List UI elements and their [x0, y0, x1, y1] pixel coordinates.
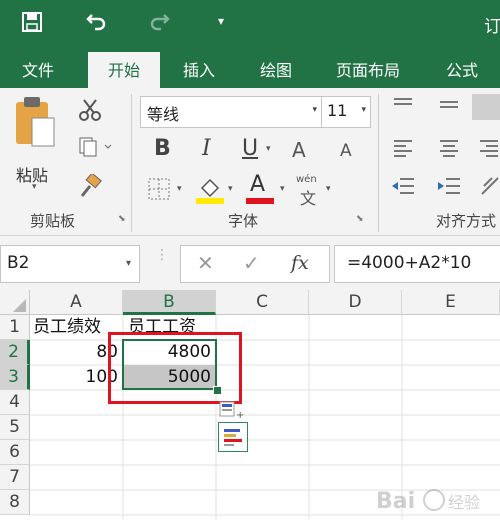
align-center-icon[interactable] — [438, 138, 460, 162]
paste-button[interactable]: 粘贴 ▾ — [12, 94, 64, 192]
underline-button[interactable]: U — [242, 136, 258, 161]
clipboard-group-label: 剪贴板 — [30, 212, 76, 230]
highlight-box — [108, 332, 242, 404]
format-painter-icon[interactable] — [78, 172, 102, 202]
row-header-4[interactable]: 4 — [0, 390, 30, 415]
font-name-select[interactable]: 等线 ▾ — [140, 96, 322, 128]
quick-analysis-icon[interactable] — [218, 422, 248, 452]
svg-text:+: + — [236, 410, 244, 420]
watermark-logo: Bai 经验 — [372, 484, 500, 516]
column-header-b[interactable]: B — [123, 290, 216, 315]
chevron-down-icon: ▾ — [312, 105, 317, 115]
bold-button[interactable]: B — [154, 136, 171, 161]
svg-text:Bai: Bai — [376, 489, 415, 514]
border-icon[interactable] — [148, 178, 170, 204]
chevron-down-icon: ▾ — [125, 258, 131, 269]
formula-bar-grip-icon: ⋮ — [155, 247, 169, 263]
title-bar: ▾ 订 — [0, 0, 500, 46]
formula-buttons: ✕ ✓ fx — [180, 245, 330, 283]
font-name-value: 等线 — [147, 105, 180, 124]
group-separator — [131, 94, 132, 232]
align-top-icon[interactable] — [392, 96, 414, 118]
row-header-6[interactable]: 6 — [0, 440, 30, 465]
window-title: 订 — [484, 17, 500, 37]
chevron-down-icon[interactable]: ▾ — [326, 184, 331, 194]
alignment-group-label: 对齐方式 — [436, 212, 497, 230]
dialog-launcher-icon[interactable]: ⬊ — [356, 214, 364, 224]
phonetic-bottom-label: 文 — [300, 189, 317, 208]
name-box-value: B2 — [7, 253, 30, 273]
row-header-1[interactable]: 1 — [0, 315, 30, 340]
group-separator — [378, 94, 379, 232]
save-icon[interactable] — [22, 12, 44, 34]
insert-function-icon[interactable]: fx — [291, 252, 309, 274]
row-header-7[interactable]: 7 — [0, 465, 30, 490]
font-color-glyph: A — [250, 172, 266, 197]
ribbon-home: 粘贴 ▾ 剪贴板 ⬊ 等线 ▾ 11 ▾ B I U ▾ A A ▾ ▾ A ▾… — [0, 88, 500, 236]
align-bottom-icon[interactable] — [472, 94, 500, 120]
redo-icon[interactable] — [148, 10, 170, 37]
chevron-down-icon: ▾ — [361, 105, 366, 115]
name-box[interactable]: B2 ▾ — [0, 245, 140, 283]
align-right-icon[interactable] — [478, 138, 500, 162]
chevron-down-icon[interactable]: ▾ — [266, 144, 271, 154]
decrease-indent-icon[interactable] — [390, 176, 416, 200]
shrink-font-button[interactable]: A — [340, 141, 352, 161]
chevron-down-icon[interactable]: ▾ — [280, 184, 285, 194]
font-color-swatch — [246, 198, 274, 204]
copy-icon[interactable] — [78, 136, 112, 162]
phonetic-top-label: wén — [296, 174, 317, 185]
cancel-icon[interactable]: ✕ — [197, 251, 214, 275]
tab-formulas[interactable]: 公式 — [446, 57, 478, 81]
tab-file[interactable]: 文件 — [22, 57, 54, 81]
chevron-down-icon[interactable]: ▾ — [228, 184, 233, 194]
formula-bar-area: B2 ▾ ⋮ ✕ ✓ fx =4000+A2*10 — [0, 236, 500, 290]
tab-draw[interactable]: 绘图 — [260, 57, 292, 81]
worksheet-grid[interactable]: A B C D E 1 2 3 4 5 6 7 8 员工绩效 员工工资 80 4… — [0, 290, 500, 519]
tab-home[interactable]: 开始 — [88, 52, 160, 88]
orientation-icon[interactable] — [480, 174, 500, 202]
align-middle-icon[interactable] — [438, 96, 460, 118]
grow-font-button[interactable]: A — [292, 138, 306, 162]
paste-icon — [16, 97, 55, 147]
cut-icon[interactable] — [78, 98, 102, 126]
row-header-8[interactable]: 8 — [0, 490, 30, 515]
align-left-icon[interactable] — [392, 138, 414, 162]
row-header-2[interactable]: 2 — [0, 340, 30, 365]
column-header-e[interactable]: E — [402, 290, 500, 315]
svg-text:经验: 经验 — [448, 493, 480, 512]
dialog-launcher-icon[interactable]: ⬊ — [118, 214, 126, 224]
phonetic-button[interactable]: wén 文 — [296, 174, 326, 208]
chevron-down-icon: ▾ — [32, 182, 37, 192]
tab-insert[interactable]: 插入 — [183, 57, 215, 81]
row-header-3[interactable]: 3 — [0, 365, 30, 390]
formula-text: =4000+A2*10 — [347, 253, 472, 273]
font-color-button[interactable]: A — [246, 172, 276, 204]
enter-icon[interactable]: ✓ — [243, 251, 260, 275]
fill-color-icon[interactable] — [196, 174, 224, 208]
paste-options-icon[interactable]: + — [218, 400, 244, 421]
font-size-select[interactable]: 11 ▾ — [321, 96, 371, 128]
column-header-c[interactable]: C — [216, 290, 309, 315]
chevron-down-icon[interactable]: ▾ — [177, 184, 182, 194]
customize-qat-icon[interactable]: ▾ — [218, 14, 224, 28]
row-header-5[interactable]: 5 — [0, 415, 30, 440]
font-group-label: 字体 — [228, 212, 259, 230]
column-header-d[interactable]: D — [309, 290, 402, 315]
tab-page-layout[interactable]: 页面布局 — [336, 57, 400, 81]
column-header-a[interactable]: A — [30, 290, 123, 315]
formula-input[interactable]: =4000+A2*10 — [334, 245, 500, 283]
font-size-value: 11 — [327, 101, 348, 120]
undo-icon[interactable] — [86, 10, 108, 37]
select-all-corner[interactable] — [0, 290, 30, 315]
increase-indent-icon[interactable] — [436, 176, 462, 200]
italic-button[interactable]: I — [202, 136, 211, 161]
ribbon-tabs: 文件 开始 插入 绘图 页面布局 公式 — [0, 46, 500, 88]
